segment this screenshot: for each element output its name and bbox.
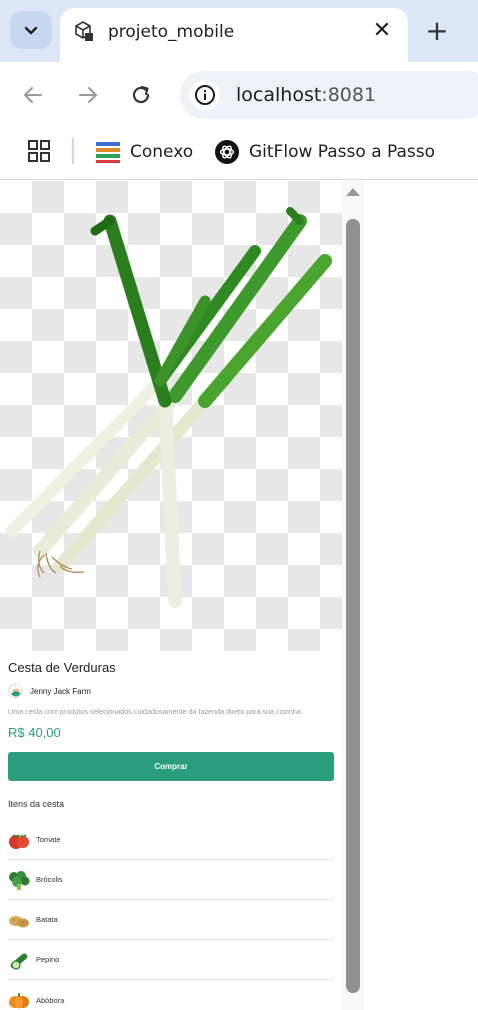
- tomato-icon: [9, 833, 29, 849]
- close-tab-icon[interactable]: ✕: [370, 19, 394, 43]
- farm-name: Jenny Jack Farm: [30, 686, 91, 696]
- product-screen: Cesta de Verduras Jenny Jack Farm Uma ce…: [0, 181, 342, 1010]
- cube-favicon-icon: [75, 21, 93, 41]
- chevron-down-icon: [24, 26, 38, 35]
- url-host: localhost: [236, 84, 322, 106]
- page-scrollbar[interactable]: [342, 181, 364, 1010]
- basket-items-title: Itens da cesta: [8, 799, 65, 809]
- green-onion-image: [6, 207, 332, 608]
- farm-info: Jenny Jack Farm: [8, 684, 91, 698]
- broccoli-icon: [9, 870, 30, 890]
- pumpkin-icon: [9, 993, 29, 1009]
- product-image: [0, 181, 342, 651]
- reload-icon: [132, 85, 150, 104]
- item-label: Batata: [36, 915, 58, 924]
- arrow-left-icon: [24, 87, 42, 103]
- farm-avatar: [8, 684, 22, 698]
- item-label: Tomate: [36, 835, 61, 844]
- back-button[interactable]: [18, 80, 48, 110]
- basket-items-list: Tomate Brócolis Batata Pepino Abóbora: [8, 820, 334, 1010]
- page-viewport: Cesta de Verduras Jenny Jack Farm Uma ce…: [0, 181, 478, 1010]
- browser-toolbar: localhost:8081: [0, 62, 478, 128]
- scroll-up-arrow-icon[interactable]: [346, 188, 360, 196]
- tab-search-button[interactable]: [10, 11, 52, 49]
- active-tab[interactable]: projeto_mobile ✕: [60, 8, 408, 64]
- item-label: Brócolis: [36, 875, 63, 884]
- openai-icon: [215, 140, 239, 164]
- stacked-bars-icon: [96, 142, 120, 163]
- arrow-right-icon: [79, 87, 97, 103]
- buy-button[interactable]: Comprar: [8, 752, 334, 781]
- cucumber-icon: [10, 953, 28, 970]
- bookmark-label: GitFlow Passo a Passo: [249, 142, 436, 162]
- tab-strip: projeto_mobile ✕ +: [0, 0, 478, 64]
- bookmark-gitflow[interactable]: GitFlow Passo a Passo: [215, 138, 435, 166]
- url-text: localhost:8081: [236, 84, 376, 106]
- list-item: Tomate: [8, 820, 334, 860]
- address-bar[interactable]: localhost:8081: [180, 71, 478, 119]
- bookmarks-divider: [72, 138, 74, 164]
- product-description: Uma cesta com produtos selecionados cuid…: [8, 707, 301, 716]
- list-item: Brócolis: [8, 860, 334, 900]
- item-label: Pepino: [36, 955, 60, 964]
- list-item: Batata: [8, 900, 334, 940]
- bookmark-conexo[interactable]: Conexo: [96, 138, 193, 166]
- item-label: Abóbora: [36, 995, 65, 1005]
- scrollbar-thumb[interactable]: [346, 219, 360, 993]
- new-tab-button[interactable]: +: [420, 14, 454, 48]
- url-port: :8081: [321, 84, 377, 106]
- apps-grid-icon[interactable]: [28, 140, 50, 162]
- product-price: R$ 40,00: [8, 725, 61, 740]
- forward-button[interactable]: [73, 80, 103, 110]
- tab-title: projeto_mobile: [108, 22, 235, 42]
- site-info-icon[interactable]: [190, 80, 220, 110]
- reload-button[interactable]: [126, 80, 156, 110]
- list-item: Pepino: [8, 940, 334, 980]
- potato-icon: [9, 915, 29, 927]
- bookmarks-bar: Conexo GitFlow Passo a Passo: [0, 128, 478, 180]
- product-title: Cesta de Verduras: [8, 660, 116, 675]
- list-item: Abóbora: [8, 980, 334, 1010]
- bookmark-label: Conexo: [130, 142, 194, 162]
